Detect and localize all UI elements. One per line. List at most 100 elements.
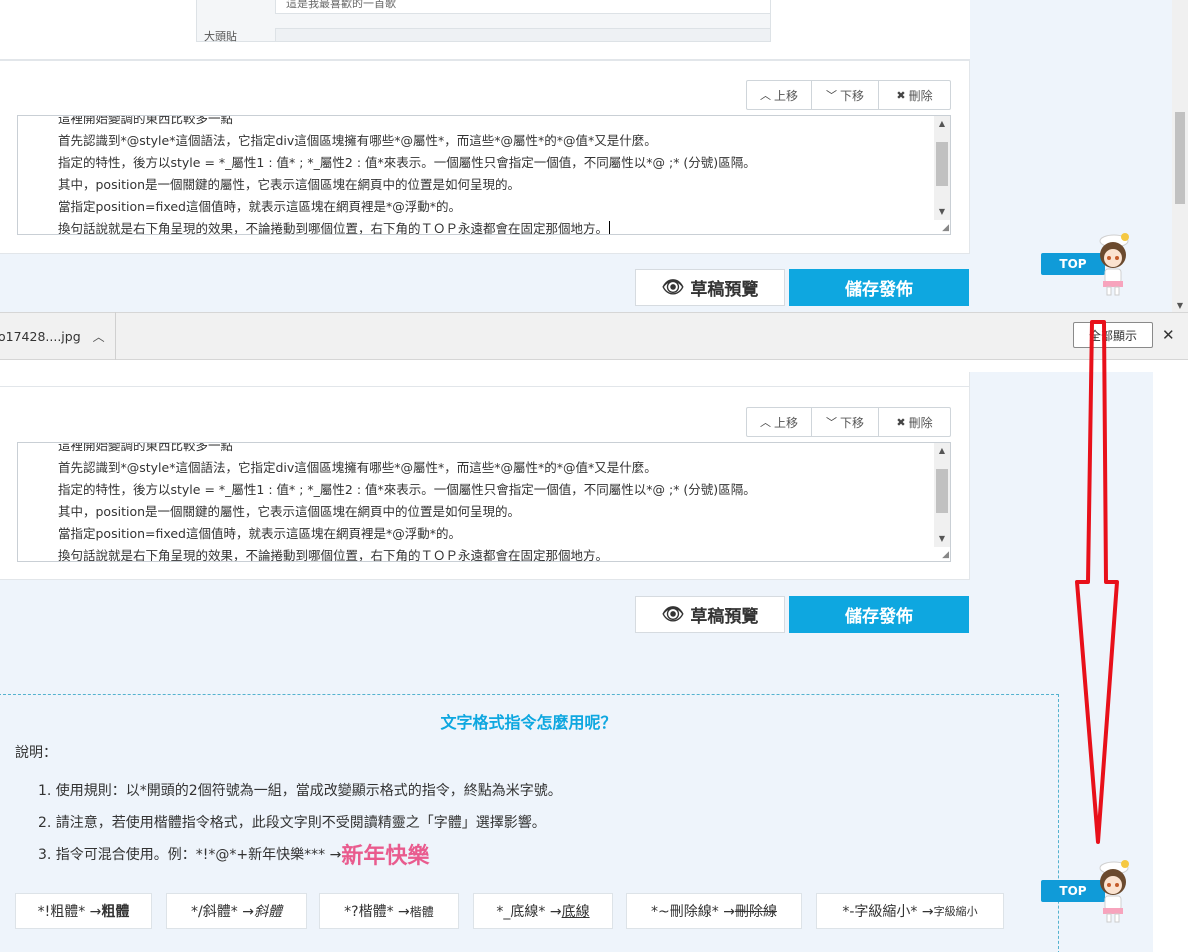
close-icon: ✖	[896, 415, 906, 429]
paragraph-textarea[interactable]: 這裡開始變調的東西比較多一點 首先認識到*@style*這個語法，它指定div這…	[17, 115, 951, 235]
chevron-down-icon: ﹀	[825, 89, 837, 102]
text-line: 指定的特性，後方以style = *_屬性1 : 值* ; *_屬性2 : 值*…	[58, 482, 756, 497]
delete-button[interactable]: ✖ 刪除	[879, 408, 950, 436]
save-publish-label: 儲存發佈	[845, 280, 913, 300]
format-chip-small: *-字級縮小* → 字級縮小	[816, 893, 1004, 929]
window-edge	[1188, 0, 1200, 952]
close-download-bar-icon[interactable]: ✕	[1162, 326, 1175, 344]
page-scrollbar-top[interactable]: ▼	[1172, 0, 1188, 312]
chip-code: *!粗體* →	[37, 904, 102, 920]
chip-code: *?楷體* →	[344, 904, 410, 920]
song-input[interactable]: 這是我最喜歡的一首歌	[275, 0, 771, 14]
chip-code: *_底線* →	[496, 904, 562, 920]
card-top-divider	[0, 386, 970, 387]
move-up-button[interactable]: ︿ 上移	[747, 408, 812, 436]
format-help-title: 文字格式指令怎麼用呢？	[440, 713, 617, 732]
chevron-up-icon: ︿	[759, 89, 771, 102]
text-cursor	[609, 221, 611, 234]
page-scroll-down-icon[interactable]: ▼	[1172, 301, 1188, 310]
scroll-thumb[interactable]	[936, 469, 948, 513]
text-line: 首先認識到*@style*這個語法，它指定div這個區塊擁有哪些*@屬性*，而這…	[58, 460, 657, 475]
chip-result-kai: 楷體	[409, 904, 434, 919]
chevron-down-icon: ﹀	[825, 416, 837, 429]
close-icon: ✖	[896, 88, 906, 102]
delete-label: 刪除	[908, 88, 933, 103]
chip-result-bold: 粗體	[101, 904, 130, 920]
download-filename: o17428....jpg	[0, 328, 81, 344]
paragraph-textarea-lower[interactable]: 這裡開始變調的東西比較多一點 首先認識到*@style*這個語法，它指定div這…	[17, 442, 951, 562]
text-line: 這裡開始變調的東西比較多一點	[58, 442, 234, 453]
chip-code: */斜體* →	[191, 904, 254, 920]
text-line: 換句話說就是右下角呈現的效果，不論捲動到哪個位置，右下角的ＴＯＰ永遠都會在固定那…	[58, 218, 926, 235]
mascot-icon[interactable]	[1088, 858, 1144, 926]
text-line: 指定的特性，後方以style = *_屬性1 : 值* ; *_屬性2 : 值*…	[58, 155, 756, 170]
textarea-lines: 這裡開始變調的東西比較多一點 首先認識到*@style*這個語法，它指定div這…	[58, 115, 926, 235]
chevron-up-icon: ︿	[759, 416, 771, 429]
resize-handle-icon[interactable]: ◢	[942, 224, 949, 233]
format-help-intro: 說明：	[15, 745, 57, 761]
avatar-label: 大頭貼	[204, 30, 237, 43]
move-up-label: 上移	[773, 415, 798, 430]
format-chip-bold: *!粗體* → 粗體	[15, 893, 152, 929]
format-rule-2: 2. 請注意，若使用楷體指令格式，此段文字則不受閱讀精靈之「字體」選擇影響。	[38, 815, 546, 831]
chip-result-underline: 底線	[561, 904, 590, 920]
paragraph-toolbar: ︿ 上移 ﹀ 下移 ✖ 刪除	[746, 80, 951, 110]
textarea-scrollbar[interactable]: ▲ ▼	[934, 116, 950, 220]
chip-code: *-字級縮小* →	[842, 904, 934, 920]
move-down-label: 下移	[839, 88, 864, 103]
chip-code: *~刪除線* →	[651, 904, 735, 920]
avatar-input[interactable]	[275, 28, 771, 42]
mascot-icon[interactable]	[1088, 231, 1144, 299]
download-item[interactable]: o17428....jpg ︿	[0, 312, 116, 360]
format-chip-kai: *?楷體* → 楷體	[319, 893, 459, 929]
text-line-last: 換句話說就是右下角呈現的效果，不論捲動到哪個位置，右下角的ＴＯＰ永遠都會在固定那…	[58, 221, 609, 235]
red-down-arrow-annotation	[1075, 320, 1119, 844]
move-down-button[interactable]: ﹀ 下移	[812, 81, 879, 109]
save-publish-button[interactable]: 儲存發佈	[789, 269, 969, 306]
move-down-label: 下移	[839, 415, 864, 430]
format-chip-underline: *_底線* → 底線	[473, 893, 613, 929]
paragraph-toolbar-lower: ︿ 上移 ﹀ 下移 ✖ 刪除	[746, 407, 951, 437]
top-label: TOP	[1059, 884, 1087, 898]
download-bar	[0, 312, 1188, 360]
page-scroll-thumb[interactable]	[1175, 112, 1185, 204]
text-line: 首先認識到*@style*這個語法，它指定div這個區塊擁有哪些*@屬性*，而這…	[58, 133, 657, 148]
text-line: 當指定position=fixed這個值時，就表示這區塊在網頁裡是*@浮動*的。	[58, 199, 461, 214]
lower-gap	[0, 360, 1188, 372]
text-line: 換句話說就是右下角呈現的效果，不論捲動到哪個位置，右下角的ＴＯＰ永遠都會在固定那…	[58, 548, 609, 562]
text-line: 其中，position是一個關鍵的屬性，它表示這個區塊在網頁中的位置是如何呈現的…	[58, 504, 521, 519]
move-down-button[interactable]: ﹀ 下移	[812, 408, 879, 436]
text-line: 當指定position=fixed這個值時，就表示這區塊在網頁裡是*@浮動*的。	[58, 526, 461, 541]
delete-button[interactable]: ✖ 刪除	[879, 81, 950, 109]
format-rule-3-sample: 新年快樂	[341, 844, 430, 869]
scroll-thumb[interactable]	[936, 142, 948, 186]
eye-icon: 👁	[661, 277, 685, 298]
chip-result-small: 字級縮小	[933, 905, 978, 918]
move-up-label: 上移	[773, 88, 798, 103]
scroll-up-icon[interactable]: ▲	[934, 443, 950, 459]
chevron-up-icon[interactable]: ︿	[93, 328, 105, 345]
draft-preview-button[interactable]: 👁 草稿預覽	[635, 269, 785, 306]
textarea-scrollbar[interactable]: ▲ ▼	[934, 443, 950, 547]
format-chip-strike: *~刪除線* → 刪除線	[626, 893, 802, 929]
draft-preview-label: 草稿預覽	[690, 280, 759, 300]
resize-handle-icon[interactable]: ◢	[942, 551, 949, 560]
delete-label: 刪除	[908, 415, 933, 430]
format-rule-3: 3. 指令可混合使用。例：*!*@*+新年快樂*** → 新年快樂	[38, 840, 430, 869]
scroll-down-icon[interactable]: ▼	[934, 531, 950, 547]
save-publish-button-lower[interactable]: 儲存發佈	[789, 596, 969, 633]
scroll-down-icon[interactable]: ▼	[934, 204, 950, 220]
top-label: TOP	[1059, 257, 1087, 271]
text-line: 這裡開始變調的東西比較多一點	[58, 115, 234, 126]
eye-icon: 👁	[661, 604, 685, 625]
song-input-text: 這是我最喜歡的一首歌	[286, 0, 396, 10]
format-chip-italic: */斜體* → 斜體	[166, 893, 307, 929]
draft-preview-button-lower[interactable]: 👁 草稿預覽	[635, 596, 785, 633]
move-up-button[interactable]: ︿ 上移	[747, 81, 812, 109]
scroll-up-icon[interactable]: ▲	[934, 116, 950, 132]
textarea-lines: 這裡開始變調的東西比較多一點 首先認識到*@style*這個語法，它指定div這…	[58, 442, 926, 562]
chip-result-italic: 斜體	[253, 904, 282, 920]
format-rule-1: 1. 使用規則：以*開頭的2個符號為一組，當成改變顯示格式的指令，終點為米字號。	[38, 783, 562, 799]
chip-result-strike: 刪除線	[734, 904, 777, 920]
text-line: 其中，position是一個關鍵的屬性，它表示這個區塊在網頁中的位置是如何呈現的…	[58, 177, 521, 192]
